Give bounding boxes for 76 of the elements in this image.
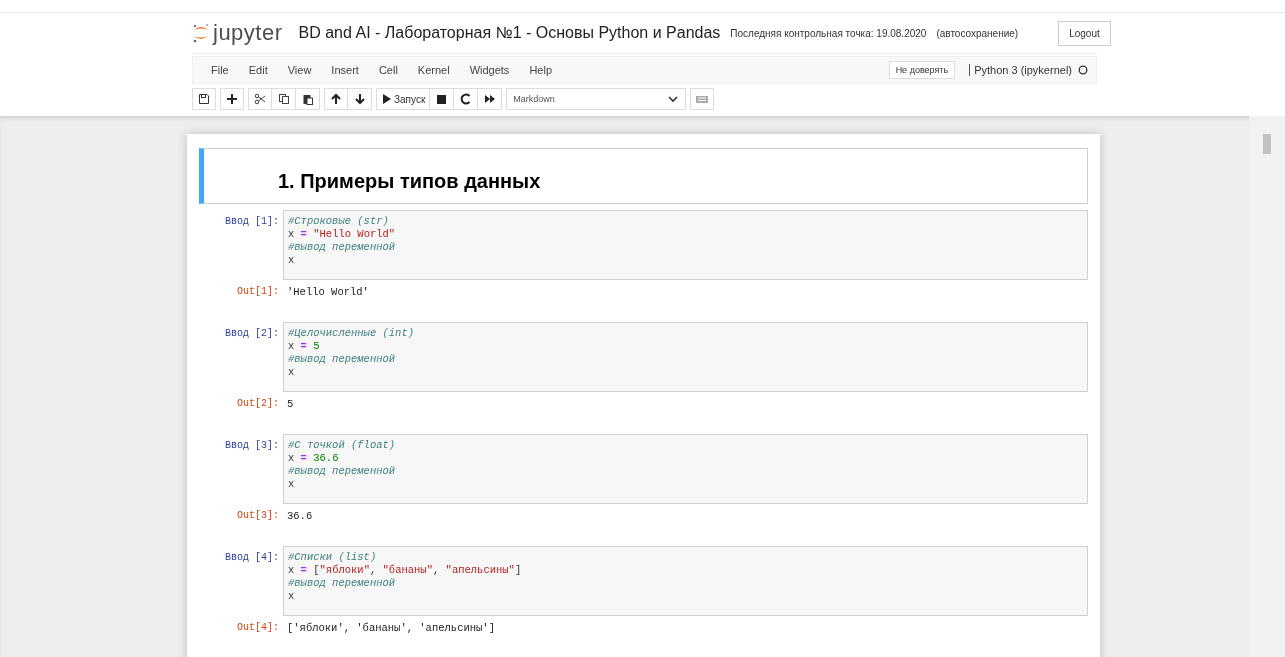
code-line: x [288,590,295,603]
play-icon [381,93,391,105]
code-line: #Списки (list) [288,551,377,564]
arrow-down-icon [353,93,366,105]
menu-item[interactable]: Insert [321,64,369,76]
stop-icon [436,93,448,105]
code-line: x = 36.6 [288,452,339,465]
code-input[interactable]: #Целочисленные (int) x = 5 #вывод переменной x [283,322,1088,392]
arrow-up-icon [330,93,342,105]
code-line: #Строковые (str) [288,215,389,228]
code-line: x [288,366,295,379]
cell-output: 'Hello World' [286,285,369,298]
chevron-down-icon [667,93,680,105]
paste-button[interactable] [296,88,320,110]
menu-item[interactable]: Cell [368,64,408,76]
copy-button[interactable] [272,88,296,110]
code-line: x = ["яблоки", "бананы", "апельсины"] [288,564,522,577]
restart-icon [459,93,472,105]
code-line: x [288,478,295,491]
cell-output: 5 [286,397,294,410]
scrollbar[interactable] [1249,116,1285,657]
output-prompt: Out[2]: [236,397,280,410]
code-line: x = 5 [288,340,320,353]
checkpoint-text: Последняя контрольная точка: 19.08.2020 [730,27,927,39]
code-line: #вывод переменной [288,465,396,478]
logout-button[interactable]: Logout [1058,20,1111,46]
cell-output: ['яблоки', 'бананы', 'апельсины'] [286,621,495,634]
move-up-button[interactable] [324,88,348,110]
menu-item[interactable]: Widgets [459,64,520,76]
output-prompt: Out[4]: [236,621,280,634]
stop-button[interactable] [430,88,455,110]
output-prompt: Out[1]: [236,285,280,298]
code-line: #вывод переменной [288,241,396,254]
code-input[interactable]: #С точкой (float) x = 36.6 #вывод переменной x [283,434,1088,504]
save-icon [198,93,210,105]
restart-button[interactable] [454,88,479,110]
jupyter-logo-icon [192,23,210,43]
code-line: x [288,254,295,267]
trust-button[interactable]: Не доверять [888,61,956,79]
run-button[interactable]: Запуск [376,88,431,110]
plus-icon [226,93,238,105]
code-line: #С точкой (float) [288,439,396,452]
scissors-icon [254,93,266,105]
menu-item[interactable]: File [201,64,239,76]
input-prompt: Ввод [1]: [224,215,280,227]
keyboard-icon [695,93,710,105]
cut-button[interactable] [248,88,272,110]
menu-item[interactable]: Kernel [407,64,460,76]
menu-item[interactable]: View [277,64,322,76]
kernel-name[interactable]: Python 3 (ipykernel) [969,64,1072,76]
code-line: #вывод переменной [288,353,396,366]
clipboard-icon [301,93,314,105]
cell-type-dropdown[interactable]: Markdown [506,88,687,110]
copy-icon [277,93,290,105]
markdown-cell[interactable]: 1. Примеры типов данных [199,148,1088,204]
notebook-title[interactable]: BD and AI - Лабораторная №1 - Основы Python и Pandas [298,24,721,42]
code-input[interactable]: #Списки (list) x = ["яблоки", "бананы", "апельсины"] #вывод переменной x [283,546,1088,616]
cell-output: 36.6 [286,509,313,522]
input-prompt: Ввод [3]: [224,439,280,451]
input-prompt: Ввод [2]: [224,327,280,339]
move-down-button[interactable] [348,88,372,110]
insert-cell-button[interactable] [220,88,244,110]
code-line: #вывод переменной [288,577,396,590]
autosave-status: (автосохранение) [936,27,1019,39]
logo-text: jupyter [213,20,283,46]
save-button[interactable] [192,88,216,110]
section-heading: 1. Примеры типов данных [278,170,541,193]
code-input[interactable]: #Строковые (str) x = "Hello World" #вывод переменной x [283,210,1088,280]
output-prompt: Out[3]: [236,509,280,522]
fast-forward-icon [483,93,496,105]
code-line: #Целочисленные (int) [288,327,415,340]
menu-item[interactable]: Help [519,64,562,76]
run-all-button[interactable] [478,88,503,110]
menu-item[interactable]: Edit [238,64,278,76]
input-prompt: Ввод [4]: [224,551,280,563]
code-line: x = "Hello World" [288,228,396,241]
